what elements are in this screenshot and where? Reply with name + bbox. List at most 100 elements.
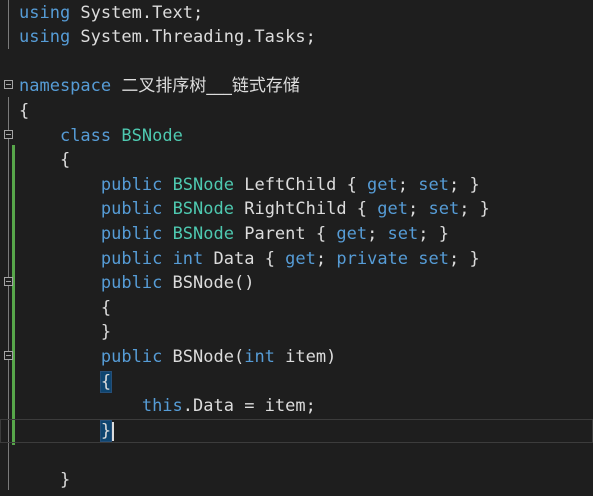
code-text: { <box>19 148 70 173</box>
collapse-toggle-icon[interactable] <box>4 80 13 90</box>
code-line[interactable]: public BSNode LeftChild { get; set; } <box>0 173 593 198</box>
code-token: Parent { <box>233 223 337 244</box>
code-token: { <box>19 297 112 318</box>
code-line[interactable]: { <box>0 99 593 124</box>
code-token: .Data = item; <box>182 396 316 417</box>
code-token: } <box>19 469 71 490</box>
code-text: namespace 二叉排序树___链式存储 <box>19 74 300 99</box>
code-line[interactable]: namespace 二叉排序树___链式存储 <box>0 74 593 99</box>
keyword-token: int <box>172 248 204 269</box>
code-line[interactable]: { <box>0 296 593 321</box>
type-token: BSNode <box>121 125 183 146</box>
code-line[interactable]: public BSNode() <box>0 271 593 296</box>
code-text: { <box>19 370 113 395</box>
code-text: public BSNode(int item) <box>19 345 336 370</box>
keyword-token: public <box>100 346 163 367</box>
code-token: { <box>19 100 30 121</box>
keyword-token: set <box>418 174 449 195</box>
keyword-token: class <box>59 125 112 146</box>
keyword-token: namespace <box>19 76 112 97</box>
type-token: BSNode <box>172 174 234 195</box>
code-text: using System.Text; <box>19 1 203 26</box>
code-text: { <box>19 99 29 124</box>
keyword-token: using <box>19 27 71 48</box>
keyword-token: get <box>336 223 368 244</box>
code-text: public BSNode() <box>19 271 255 296</box>
keyword-token: get <box>367 174 398 195</box>
code-token: ; } <box>448 174 480 195</box>
keyword-token: get <box>285 248 316 269</box>
code-text: } <box>19 320 111 345</box>
code-text: class BSNode <box>19 124 183 149</box>
code-text: this.Data = item; <box>19 394 316 419</box>
code-text: public int Data { get; private set; } <box>19 247 480 272</box>
keyword-token: int <box>244 346 275 367</box>
keyword-token: public <box>100 223 163 244</box>
code-token: System.Text; <box>70 2 204 23</box>
keyword-token: public <box>100 273 163 294</box>
code-line-current[interactable]: } <box>0 418 593 444</box>
matched-brace: } <box>99 419 113 442</box>
code-line[interactable]: { <box>0 370 593 395</box>
keyword-token: set <box>387 223 419 244</box>
code-text: public BSNode RightChild { get; set; } <box>19 197 490 222</box>
code-token: ; } <box>459 199 490 220</box>
code-line[interactable]: public BSNode(int item) <box>0 345 593 370</box>
code-line[interactable] <box>0 443 593 468</box>
code-line[interactable]: public int Data { get; private set; } <box>0 247 593 272</box>
code-token: ; } <box>449 248 480 269</box>
code-line[interactable] <box>0 50 593 75</box>
collapse-toggle-icon[interactable] <box>4 350 13 360</box>
code-line[interactable]: } <box>0 493 593 496</box>
code-token: LeftChild { <box>233 174 368 195</box>
matched-brace: { <box>99 370 113 393</box>
code-line[interactable]: public BSNode Parent { get; set; } <box>0 222 593 247</box>
keyword-token: get <box>377 199 408 220</box>
code-line[interactable]: public BSNode RightChild { get; set; } <box>0 197 593 222</box>
code-token: } <box>19 322 112 343</box>
type-token: BSNode <box>172 223 234 244</box>
code-token: item) <box>274 346 337 367</box>
keyword-token: private <box>336 248 409 269</box>
code-line[interactable]: using System.Threading.Tasks; <box>0 25 593 50</box>
code-line[interactable]: } <box>0 468 593 493</box>
code-text: using System.Threading.Tasks; <box>19 25 316 50</box>
collapse-toggle-icon[interactable] <box>4 277 13 287</box>
code-line[interactable]: this.Data = item; <box>0 394 593 419</box>
code-text: } <box>19 419 113 444</box>
keyword-token: this <box>141 396 183 417</box>
code-token: ; <box>408 199 429 220</box>
keyword-token: public <box>100 199 163 220</box>
code-line[interactable]: using System.Text; <box>0 1 593 26</box>
code-line[interactable]: } <box>0 320 593 345</box>
type-token: BSNode <box>172 199 234 220</box>
code-token: BSNode() <box>162 273 255 294</box>
code-token: 二叉排序树___链式存储 <box>121 76 300 97</box>
keyword-token: public <box>100 174 163 195</box>
keyword-token: set <box>428 199 460 220</box>
collapse-toggle-icon[interactable] <box>4 129 13 139</box>
code-token: BSNode( <box>162 346 245 367</box>
code-token: Data { <box>203 248 286 269</box>
code-text: public BSNode Parent { get; set; } <box>19 222 449 247</box>
code-line[interactable]: { <box>0 148 593 173</box>
code-editor[interactable]: using System.Text; using System.Threading… <box>0 0 593 496</box>
keyword-token: set <box>418 248 449 269</box>
code-text: { <box>19 296 111 321</box>
code-token: System.Threading.Tasks; <box>70 27 316 48</box>
code-line[interactable]: class BSNode <box>0 124 593 149</box>
